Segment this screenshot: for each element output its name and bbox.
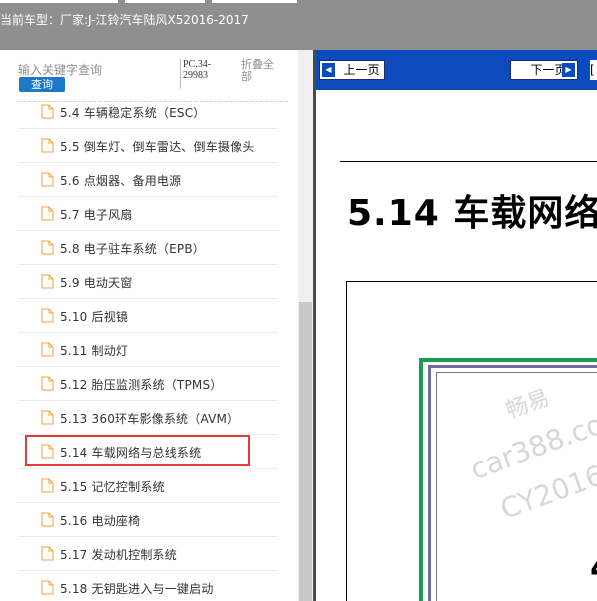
toc-item-label: 5.4 车辆稳定系统（ESC） <box>60 106 206 120</box>
search-button[interactable]: 查询 <box>19 77 65 92</box>
next-page-button[interactable]: 下一页 ▶ <box>510 60 578 80</box>
toc-item[interactable]: 5.4 车辆稳定系统（ESC） <box>18 95 278 129</box>
toc-item-label: 5.18 无钥匙进入与一键启动 <box>60 582 214 596</box>
top-header-bar: 当前车型：厂家:J-江铃汽车陆风X52016-2017 <box>0 0 597 50</box>
toc-item-label: 5.6 点烟器、备用电源 <box>60 174 182 188</box>
toc-item[interactable]: 5.11 制动灯 <box>18 333 278 367</box>
file-icon <box>41 308 54 323</box>
toc-item[interactable]: 5.16 电动座椅 <box>18 503 278 537</box>
toc-item-label: 5.8 电子驻车系统（EPB） <box>60 242 205 256</box>
document-viewer: ◀ 上一页 下一页 ▶ [ 5.14 车载网络 4 畅易 car388.co C… <box>313 50 597 601</box>
file-icon <box>41 206 54 221</box>
page-nav-bar: ◀ 上一页 下一页 ▶ [ <box>316 50 597 90</box>
toc-item[interactable]: 5.15 记忆控制系统 <box>18 469 278 503</box>
toc-item-label: 5.15 记忆控制系统 <box>60 480 165 494</box>
file-icon <box>41 410 54 425</box>
nav-extra-control[interactable]: [ <box>590 60 597 80</box>
toc-item-label: 5.10 后视镜 <box>60 310 129 324</box>
collapse-all-button[interactable]: 折叠全部 <box>241 59 283 83</box>
toc-item[interactable]: 5.7 电子风扇 <box>18 197 278 231</box>
triangle-right-icon: ▶ <box>562 63 575 77</box>
toc-item-label: 5.16 电动座椅 <box>60 514 141 528</box>
toc-panel: 查询 PC.34-29983 折叠全部 5.4 车辆稳定系统（ESC） 5.5 倒… <box>0 50 313 601</box>
toc-item[interactable]: 5.17 发动机控制系统 <box>18 537 278 571</box>
toc-item-label: 5.17 发动机控制系统 <box>60 548 177 562</box>
file-icon <box>41 240 54 255</box>
toc-item[interactable]: 5.13 360环车影像系统（AVM） <box>18 401 278 435</box>
toc-item[interactable]: 5.12 胎压监测系统（TPMS） <box>18 367 278 401</box>
header-tab-strip <box>0 0 118 3</box>
toc-scroll-thumb[interactable] <box>299 302 312 601</box>
toc-item[interactable]: 5.18 无钥匙进入与一键启动 <box>18 571 278 601</box>
toc-item-label: 5.5 倒车灯、倒车雷达、倒车摄像头 <box>60 140 255 154</box>
toc-item-label: 5.9 电动天窗 <box>60 276 133 290</box>
toc-item-label: 5.7 电子风扇 <box>60 208 133 222</box>
current-vehicle-label: 当前车型： <box>0 13 61 27</box>
file-icon <box>41 172 54 187</box>
toc-item[interactable]: 5.9 电动天窗 <box>18 265 278 299</box>
file-icon <box>41 546 54 561</box>
triangle-left-icon: ◀ <box>322 63 335 77</box>
toc-scrollbar[interactable] <box>298 50 313 601</box>
toc-item-label: 5.11 制动灯 <box>60 344 129 358</box>
file-icon <box>41 274 54 289</box>
file-icon <box>41 376 54 391</box>
header-tab-strip <box>212 0 297 3</box>
toc-item-label: 5.13 360环车影像系统（AVM） <box>60 412 240 426</box>
current-vehicle: 当前车型：厂家:J-江铃汽车陆风X52016-2017 <box>0 11 249 28</box>
file-icon <box>41 138 54 153</box>
document-code: PC.34-29983 <box>180 59 230 89</box>
header-tab-strip <box>125 0 205 3</box>
toc-item[interactable]: 5.10 后视镜 <box>18 299 278 333</box>
file-icon <box>41 512 54 527</box>
file-icon <box>41 104 54 119</box>
toc-item-label: 5.12 胎压监测系统（TPMS） <box>60 378 223 392</box>
toc-item[interactable]: 5.8 电子驻车系统（EPB） <box>18 231 278 265</box>
file-icon <box>41 478 54 493</box>
toc-item[interactable]: 5.6 点烟器、备用电源 <box>18 163 278 197</box>
file-icon <box>41 342 54 357</box>
file-icon <box>41 580 54 595</box>
diagram-label: 4 <box>590 548 597 588</box>
previous-page-button[interactable]: ◀ 上一页 <box>319 60 385 80</box>
previous-page-label: 上一页 <box>343 63 380 77</box>
document-rule <box>340 161 597 162</box>
selected-item-highlight <box>25 435 250 466</box>
toc-item[interactable]: 5.5 倒车灯、倒车雷达、倒车摄像头 <box>18 129 278 163</box>
document-section-title: 5.14 车载网络 <box>347 193 597 234</box>
current-vehicle-value: 厂家:J-江铃汽车陆风X52016-2017 <box>60 13 249 27</box>
